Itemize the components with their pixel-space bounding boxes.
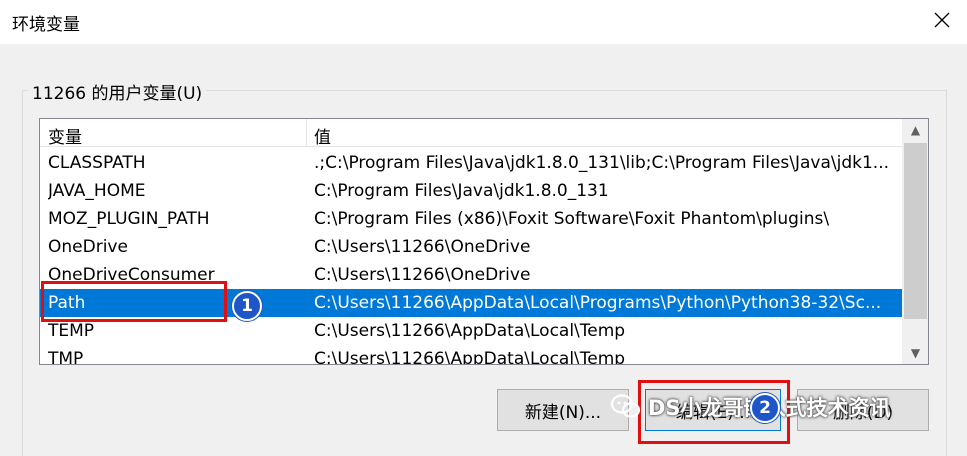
window-title: 环境变量 — [12, 15, 80, 35]
variable-value: C:\Users\11266\OneDrive — [314, 265, 531, 285]
variable-value: C:\Users\11266\AppData\Local\Programs\Py… — [314, 293, 882, 313]
column-header-value[interactable]: 值 — [314, 123, 331, 148]
variable-name: CLASSPATH — [48, 153, 146, 173]
step-badge-2: 2 — [750, 393, 780, 423]
variable-value: C:\Program Files\Java\jdk1.8.0_131 — [314, 181, 609, 201]
list-row[interactable]: CLASSPATH .;C:\Program Files\Java\jdk1.8.… — [40, 149, 902, 177]
variable-name: JAVA_HOME — [48, 181, 146, 201]
close-icon — [934, 12, 950, 28]
step-badge-1: 1 — [232, 291, 262, 321]
path-highlight-box — [41, 281, 227, 322]
variable-name: MOZ_PLUGIN_PATH — [48, 209, 210, 229]
list-rows: CLASSPATH .;C:\Program Files\Java\jdk1.8.… — [40, 149, 902, 365]
variable-value: .;C:\Program Files\Java\jdk1.8.0_131\lib… — [314, 153, 890, 173]
scroll-thumb[interactable] — [904, 143, 927, 319]
scroll-up-button[interactable]: ▲ — [902, 119, 928, 141]
variable-value: C:\Users\11266\AppData\Local\Temp — [314, 321, 626, 341]
variable-value: C:\Users\11266\AppData\Local\Temp — [314, 349, 626, 365]
variable-name: TMP — [48, 349, 84, 365]
variable-name: OneDrive — [48, 237, 128, 257]
chevron-up-icon: ▲ — [910, 123, 921, 137]
column-divider[interactable] — [306, 119, 307, 147]
variable-name: TEMP — [48, 321, 95, 341]
user-variables-list[interactable]: 变量 值 CLASSPATH .;C:\Program Files\Java\jd… — [39, 118, 929, 365]
wechat-icon — [610, 394, 641, 418]
list-row[interactable]: MOZ_PLUGIN_PATH C:\Program Files (x86)\Fo… — [40, 205, 902, 233]
vertical-scrollbar[interactable]: ▲ ▼ — [902, 119, 928, 364]
list-row[interactable]: OneDrive C:\Users\11266\OneDrive — [40, 233, 902, 261]
variable-value: C:\Program Files (x86)\Foxit Software\Fo… — [314, 209, 830, 229]
close-button[interactable] — [930, 8, 954, 32]
title-bar: 环境变量 — [0, 0, 967, 44]
column-header-name[interactable]: 变量 — [48, 123, 82, 148]
list-header: 变量 值 — [40, 119, 902, 148]
chevron-down-icon: ▼ — [910, 346, 921, 360]
user-variables-label: 11266 的用户变量(U) — [28, 79, 207, 104]
scroll-down-button[interactable]: ▼ — [902, 342, 928, 364]
variable-value: C:\Users\11266\OneDrive — [314, 237, 531, 257]
list-row[interactable]: JAVA_HOME C:\Program Files\Java\jdk1.8.0_… — [40, 177, 902, 205]
list-row[interactable]: TMP C:\Users\11266\AppData\Local\Temp — [40, 345, 902, 365]
